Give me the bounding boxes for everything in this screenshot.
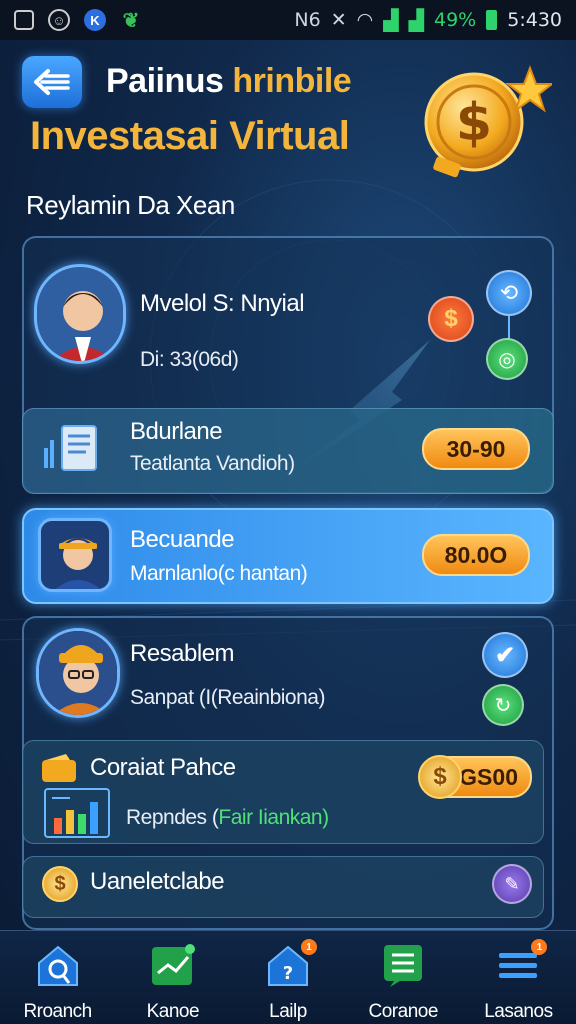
uanelet-title: Uaneletclabe	[90, 868, 225, 895]
item1-value-button[interactable]: 30-90	[422, 428, 530, 470]
document-icon	[40, 422, 106, 478]
nav-label-coranoe: Coranoe	[368, 1001, 439, 1022]
svg-text:?: ?	[283, 963, 293, 984]
wallet-icon	[40, 752, 80, 784]
coraiat-value: GS00	[459, 763, 518, 790]
item1-desc: Teatlanta Vandioh)	[130, 452, 295, 475]
nav-item-kanoe[interactable]: Kanoe	[115, 931, 230, 1024]
coin-icon: $	[418, 755, 462, 799]
profile-name: Mvelol S: Nnyial	[140, 290, 305, 317]
refresh-icon: ⟲	[499, 280, 519, 305]
target-icon: ◎	[498, 348, 516, 371]
check-icon: ✔	[494, 641, 516, 669]
nav-item-rroanch[interactable]: Rroanch	[0, 931, 115, 1024]
coraiat-value-button[interactable]: $ GS00	[418, 755, 532, 799]
app-leaf-icon: ❦	[122, 9, 140, 32]
section-title: Reylamin Da Xean	[26, 190, 235, 220]
status-bar: ☺ K ❦ N6 ✕ ◠ ▟ ▟ 49% 5:430	[0, 0, 576, 40]
wifi-icon: ◠	[356, 9, 374, 31]
resablem-title: Resablem	[130, 640, 235, 667]
bottom-nav: Rroanch Kanoe ? 1 Lailp Coranoe 1 Lasano…	[0, 930, 576, 1024]
bar-chart-icon	[44, 788, 110, 838]
check-button[interactable]: ✔	[482, 632, 528, 678]
item2-value-button[interactable]: 80.0O	[422, 534, 530, 576]
profile-avatar	[34, 264, 126, 364]
house-help-icon: ? 1	[265, 939, 317, 987]
sync-button[interactable]: ↻	[482, 684, 524, 726]
nav-label-rroanch: Rroanch	[23, 1001, 92, 1022]
svg-text:$: $	[456, 93, 492, 153]
refresh-action-button[interactable]: ⟲	[486, 270, 532, 316]
screenshot-icon	[14, 10, 34, 30]
mute-icon: ✕	[330, 9, 347, 31]
dollar-coin-icon: $	[424, 65, 552, 178]
title-gold: hrinbile	[232, 62, 352, 100]
nav-item-lailp[interactable]: ? 1 Lailp	[230, 931, 345, 1024]
nav-badge-lasanos: 1	[531, 939, 548, 955]
item2-desc: Marnlanlo(c hantan)	[130, 562, 308, 585]
nav-label-lasanos: Lasanos	[484, 1001, 553, 1022]
chat-icon: ✎	[504, 873, 520, 894]
coraiat-desc-prefix: Repndes (	[126, 806, 219, 829]
target-action-button[interactable]: ◎	[486, 338, 528, 380]
battery-percent: 49%	[434, 9, 477, 31]
menu-icon: 1	[495, 939, 548, 987]
resablem-desc: Sanpat (I(Reainbiona)	[130, 686, 325, 709]
chat-button[interactable]: ✎	[492, 864, 532, 904]
item1-title: Bdurlane	[130, 418, 223, 445]
dollar-icon: $	[444, 305, 458, 332]
clock: 5:430	[507, 9, 562, 31]
home-search-icon	[37, 945, 78, 986]
signal-icon: ▟	[383, 9, 399, 32]
page-subtitle: Investasai Virtual	[30, 114, 350, 158]
connector-line	[508, 316, 510, 340]
item2-title: Becuande	[130, 526, 235, 553]
battery-icon	[486, 10, 498, 30]
nav-item-lasanos[interactable]: 1 Lasanos	[461, 931, 576, 1024]
dollar-action-button[interactable]: $	[428, 296, 474, 342]
resablem-avatar	[36, 628, 120, 718]
nav-badge-lailp: 1	[301, 939, 317, 955]
nav-label-kanoe: Kanoe	[146, 1001, 200, 1022]
coraiat-desc: Repndes (Fair Iiankan)	[126, 806, 329, 830]
app-k-icon: K	[84, 9, 106, 31]
network-label: N6	[294, 9, 321, 31]
list-icon	[380, 943, 426, 987]
profile-id: Di: 33(06d)	[140, 348, 239, 371]
back-arrow-icon	[34, 69, 70, 95]
sync-icon: ↻	[494, 694, 512, 717]
app-face-icon: ☺	[48, 9, 70, 31]
signal2-icon: ▟	[408, 9, 424, 32]
coraiat-title: Coraiat Pahce	[90, 754, 236, 781]
item2-avatar	[38, 518, 112, 592]
gold-coin-icon: $	[42, 866, 78, 902]
nav-item-coranoe[interactable]: Coranoe	[346, 931, 461, 1024]
title-white: Paiinus	[106, 62, 224, 100]
page-title: Paiinus hrinbile	[106, 62, 352, 101]
back-button[interactable]	[22, 56, 82, 108]
coraiat-desc-green: Fair Iiankan)	[218, 806, 329, 829]
nav-label-lailp: Lailp	[269, 1001, 307, 1022]
chart-icon	[150, 943, 196, 987]
